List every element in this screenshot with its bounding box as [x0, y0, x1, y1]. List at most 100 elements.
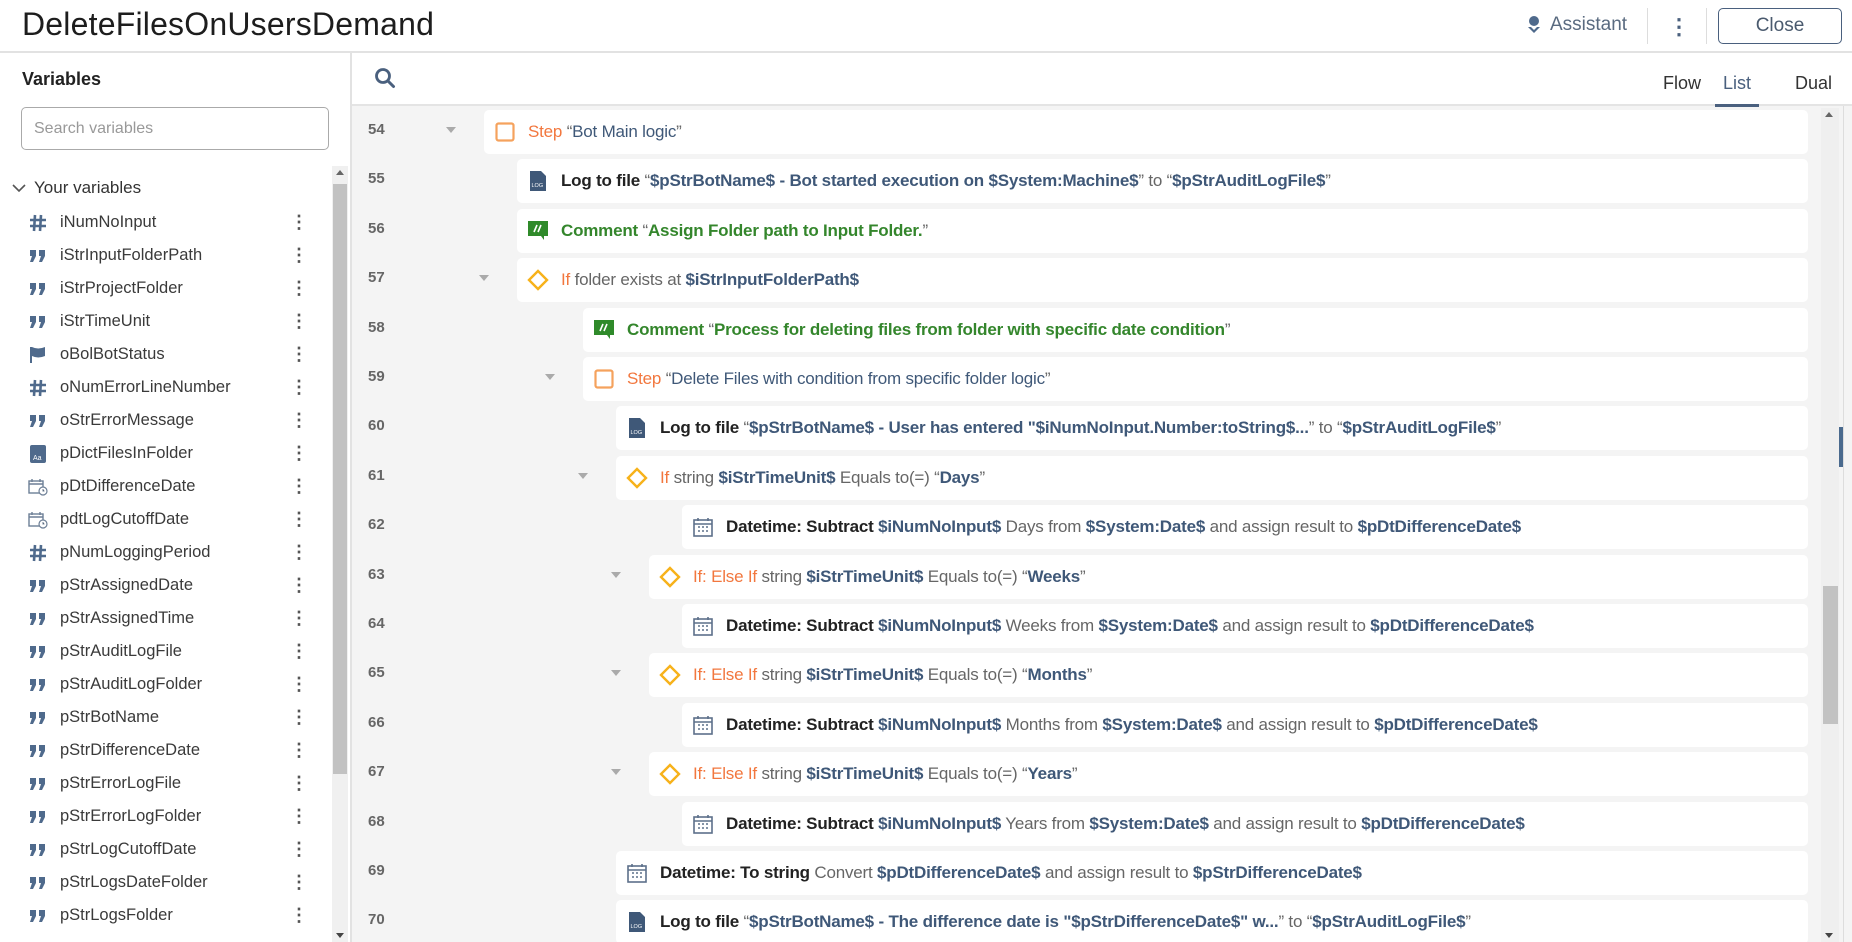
action-card[interactable]: Step “Delete Files with condition from s… [583, 357, 1808, 401]
variable-options-icon[interactable]: ⋮ [290, 509, 308, 530]
variable-options-icon[interactable]: ⋮ [290, 311, 308, 332]
variable-options-icon[interactable]: ⋮ [290, 542, 308, 563]
variable-item[interactable]: pStrLogCutoffDate ⋮ [0, 833, 330, 866]
variable-item[interactable]: pStrLogsFolder ⋮ [0, 899, 330, 932]
action-list-scrollbar[interactable] [1821, 108, 1839, 942]
variable-options-icon[interactable]: ⋮ [290, 278, 308, 299]
close-button[interactable]: Close [1718, 8, 1842, 44]
svg-text:LOG: LOG [532, 183, 544, 189]
variables-scrollbar[interactable] [332, 166, 348, 942]
action-text-segment: Comment [561, 220, 638, 240]
action-card[interactable]: Step “Bot Main logic” [484, 110, 1808, 154]
variable-item[interactable]: pStrAuditLogFile ⋮ [0, 635, 330, 668]
variable-options-icon[interactable]: ⋮ [290, 905, 308, 926]
action-text-segment: Datetime: Subtract [726, 714, 874, 734]
variable-options-icon[interactable]: ⋮ [290, 641, 308, 662]
variable-item[interactable]: iNumNoInput ⋮ [0, 206, 330, 239]
variable-item[interactable]: pNumLoggingPeriod ⋮ [0, 536, 330, 569]
assistant-button[interactable]: Assistant [1526, 14, 1627, 36]
comment-icon [527, 220, 549, 242]
collapse-toggle-icon[interactable] [611, 571, 621, 578]
action-card[interactable]: Comment “Assign Folder path to Input Fol… [517, 208, 1808, 253]
action-card[interactable]: If string $iStrTimeUnit$ Equals to(=) “D… [616, 455, 1808, 500]
search-variables-input[interactable] [21, 107, 329, 150]
action-card[interactable]: Datetime: To string Convert $pDtDifferen… [616, 851, 1808, 895]
tab-list[interactable]: List [1715, 73, 1760, 107]
action-text-segment: Log to file [561, 171, 641, 191]
variable-options-icon[interactable]: ⋮ [290, 410, 308, 431]
variable-item[interactable]: pStrErrorLogFile ⋮ [0, 767, 330, 800]
variable-item[interactable]: Aa pDictFilesInFolder ⋮ [0, 437, 330, 470]
collapse-toggle-icon[interactable] [545, 374, 555, 380]
scroll-up-arrow[interactable] [1825, 112, 1833, 117]
action-text-segment: $iNumNoInput$ [878, 714, 1002, 734]
variable-item[interactable]: iStrTimeUnit ⋮ [0, 305, 330, 338]
variable-options-icon[interactable]: ⋮ [290, 872, 308, 893]
tab-dual[interactable]: Dual [1787, 73, 1840, 104]
action-card[interactable]: If: Else If string $iStrTimeUnit$ Equals… [649, 752, 1808, 797]
variable-options-icon[interactable]: ⋮ [290, 806, 308, 827]
action-description: If string $iStrTimeUnit$ Equals to(=) “D… [660, 468, 985, 488]
variable-options-icon[interactable]: ⋮ [290, 608, 308, 629]
scrollbar-thumb[interactable] [1823, 586, 1838, 724]
variable-options-icon[interactable]: ⋮ [290, 245, 308, 266]
variable-options-icon[interactable]: ⋮ [290, 443, 308, 464]
variable-item[interactable]: iStrProjectFolder ⋮ [0, 272, 330, 305]
quote-icon [27, 410, 49, 432]
variable-options-icon[interactable]: ⋮ [290, 575, 308, 596]
variable-options-icon[interactable]: ⋮ [290, 773, 308, 794]
action-card[interactable]: Comment “Process for deleting files from… [583, 307, 1808, 352]
action-text-segment: “ [661, 369, 672, 388]
variable-options-icon[interactable]: ⋮ [290, 344, 308, 365]
scroll-up-arrow[interactable] [336, 170, 344, 175]
variable-item[interactable]: pStrAuditLogFolder ⋮ [0, 668, 330, 701]
action-card[interactable]: LOG Log to file “$pStrBotName$ - User has… [616, 406, 1808, 451]
scroll-down-arrow[interactable] [336, 933, 344, 938]
collapse-toggle-icon[interactable] [479, 275, 489, 282]
action-card[interactable]: LOG Log to file “$pStrBotName$ - Bot star… [517, 159, 1808, 204]
scroll-down-arrow[interactable] [1825, 933, 1833, 938]
variable-item[interactable]: pStrLogsDateFolder ⋮ [0, 866, 330, 899]
variable-item[interactable]: oNumErrorLineNumber ⋮ [0, 371, 330, 404]
action-card[interactable]: LOG Log to file “$pStrBotName$ - The diff… [616, 900, 1808, 942]
action-text-segment: ” to “ [1138, 171, 1173, 191]
action-card[interactable]: Datetime: Subtract $iNumNoInput$ Months … [682, 702, 1808, 747]
variable-item[interactable]: pStrDifferenceDate ⋮ [0, 734, 330, 767]
variable-item[interactable]: oBolBotStatus ⋮ [0, 338, 330, 371]
action-text-segment: and assign result to [1221, 714, 1375, 734]
line-number: 66 [368, 713, 385, 731]
variable-item[interactable]: pStrAssignedTime ⋮ [0, 602, 330, 635]
variable-options-icon[interactable]: ⋮ [290, 674, 308, 695]
variable-options-icon[interactable]: ⋮ [290, 476, 308, 497]
action-card[interactable]: Datetime: Subtract $iNumNoInput$ Weeks f… [682, 604, 1808, 648]
collapse-toggle-icon[interactable] [578, 472, 588, 479]
more-options-icon[interactable]: ⋮ [1668, 14, 1690, 40]
line-number: 68 [368, 812, 385, 830]
variable-item[interactable]: pStrBotName ⋮ [0, 701, 330, 734]
scrollbar-thumb[interactable] [333, 184, 347, 774]
variable-options-icon[interactable]: ⋮ [290, 839, 308, 860]
variable-item[interactable]: pStrErrorLogFolder ⋮ [0, 800, 330, 833]
collapse-toggle-icon[interactable] [446, 127, 456, 133]
variable-options-icon[interactable]: ⋮ [290, 740, 308, 761]
action-text-segment: Datetime: Subtract [726, 813, 874, 833]
variable-options-icon[interactable]: ⋮ [290, 212, 308, 233]
quote-icon [27, 575, 49, 597]
variable-item[interactable]: iStrInputFolderPath ⋮ [0, 239, 330, 272]
your-variables-toggle[interactable]: Your variables [12, 178, 141, 198]
search-icon[interactable] [374, 67, 396, 89]
action-card[interactable]: If folder exists at $iStrInputFolderPath… [517, 258, 1808, 303]
collapse-toggle-icon[interactable] [611, 769, 621, 776]
variable-options-icon[interactable]: ⋮ [290, 377, 308, 398]
variable-item[interactable]: pdtLogCutoffDate ⋮ [0, 503, 330, 536]
action-card[interactable]: Datetime: Subtract $iNumNoInput$ Days fr… [682, 505, 1808, 550]
tab-flow[interactable]: Flow [1655, 73, 1709, 104]
variable-item[interactable]: pDtDifferenceDate ⋮ [0, 470, 330, 503]
variable-item[interactable]: pStrAssignedDate ⋮ [0, 569, 330, 602]
action-card[interactable]: If: Else If string $iStrTimeUnit$ Equals… [649, 554, 1808, 599]
action-card[interactable]: Datetime: Subtract $iNumNoInput$ Years f… [682, 801, 1808, 846]
action-card[interactable]: If: Else If string $iStrTimeUnit$ Equals… [649, 653, 1808, 698]
collapse-toggle-icon[interactable] [611, 670, 621, 677]
variable-item[interactable]: oStrErrorMessage ⋮ [0, 404, 330, 437]
variable-options-icon[interactable]: ⋮ [290, 707, 308, 728]
